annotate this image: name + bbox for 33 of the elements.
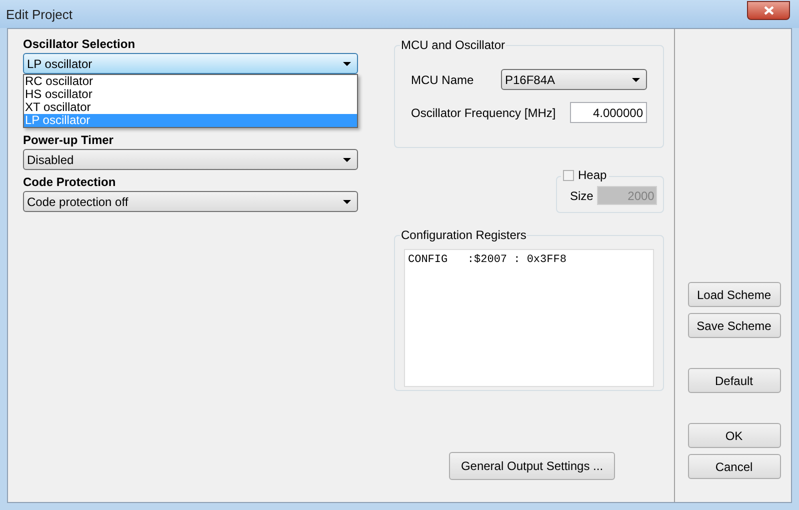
dialog-button[interactable]: Cancel	[688, 454, 780, 479]
caret-icon	[343, 200, 351, 204]
dropdown[interactable]: LP oscillator	[23, 53, 358, 74]
close-button[interactable]	[747, 0, 790, 20]
dialog-button[interactable]: Default	[688, 368, 780, 393]
group-title: Configuration Registers	[400, 228, 528, 242]
frequency-field[interactable]: 4.000000	[570, 102, 647, 123]
register-line: CONFIG :$2007 : 0x3FF8	[408, 254, 568, 267]
general-output-settings-button[interactable]: General Output Settings ...	[449, 452, 615, 480]
dialog-button[interactable]: Load Scheme	[688, 282, 780, 307]
caret-icon	[343, 62, 351, 66]
group-title: MCU and Oscillator	[400, 38, 506, 52]
field-label: MCU Name	[411, 72, 474, 88]
dropdown[interactable]: Code protection off	[23, 191, 358, 212]
caret-icon	[343, 158, 351, 162]
dialog-button[interactable]: Save Scheme	[688, 313, 780, 338]
dropdown[interactable]: Disabled	[23, 149, 358, 170]
dropdown-option[interactable]: RC oscillator	[24, 75, 357, 88]
heap-checkbox[interactable]	[563, 170, 574, 180]
field-label: Oscillator Frequency [MHz]	[411, 104, 556, 122]
window-title: Edit Project	[6, 6, 72, 24]
field-label: Power-up Timer	[23, 132, 114, 149]
dropdown-option[interactable]: HS oscillator	[24, 88, 357, 101]
dialog-button[interactable]: OK	[688, 423, 780, 448]
size-label: Size	[570, 188, 594, 205]
dropdown-option[interactable]: XT oscillator	[24, 101, 357, 114]
field-label: Code Protection	[23, 174, 117, 191]
caret-icon	[632, 78, 640, 82]
close-icon	[764, 6, 774, 14]
registers-textarea[interactable]: CONFIG :$2007 : 0x3FF8	[404, 249, 654, 387]
heap-label: Heap	[578, 168, 607, 182]
field-label: Oscillator Selection	[23, 36, 136, 53]
dropdown[interactable]: P16F84A	[501, 69, 647, 90]
